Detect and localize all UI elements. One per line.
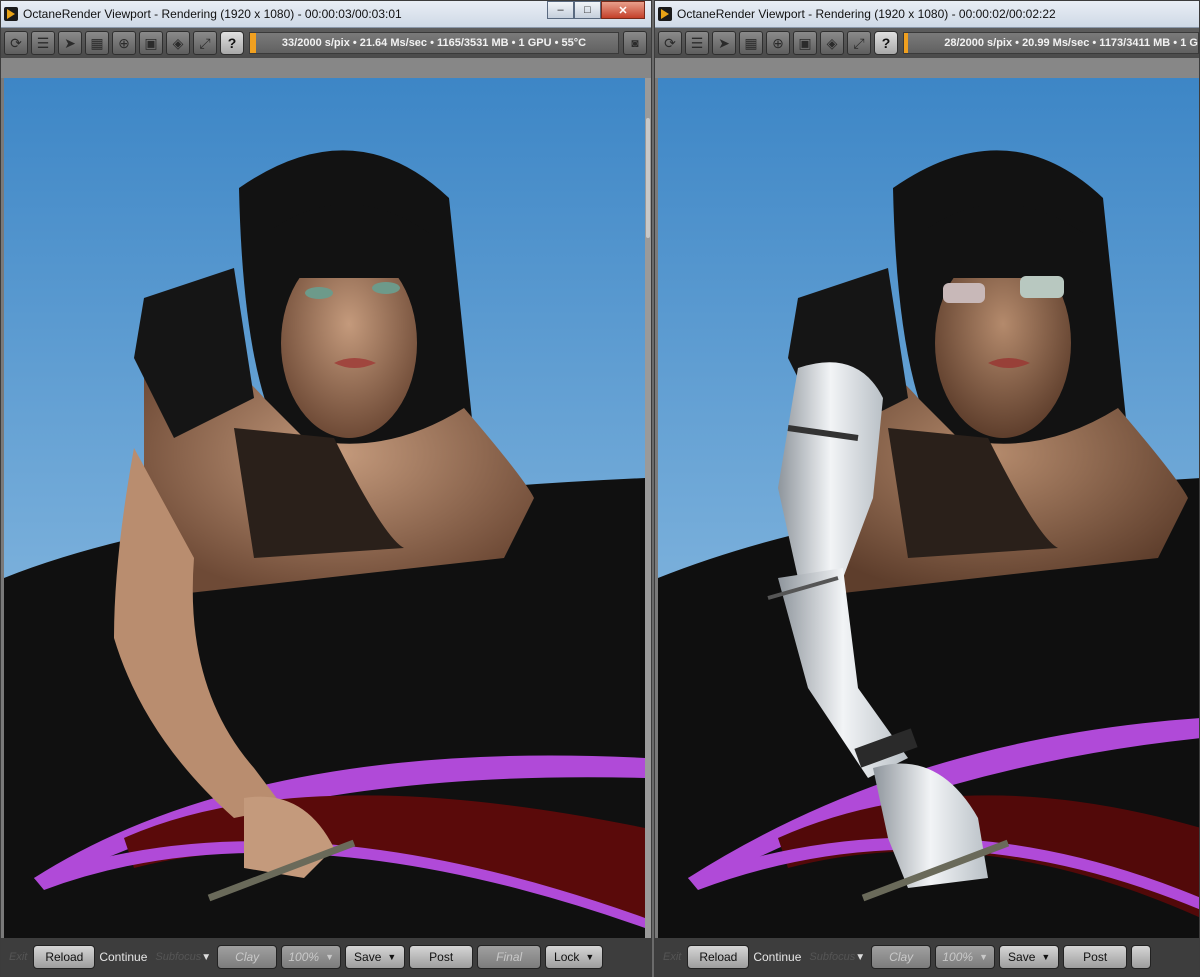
lock-label: Lock: [554, 950, 580, 964]
viewport-bottom-bar: Exit Reload Continue Subfocus ▼ Clay 100…: [655, 938, 1199, 976]
save-label: Save: [354, 950, 382, 964]
window-controls: – □ ✕: [547, 1, 645, 19]
reload-button[interactable]: Reload: [687, 945, 750, 969]
minimize-button[interactable]: –: [547, 1, 574, 19]
viewport-toolbar: ⟳ ☰ ➤ ▦ ⊕ ▣ ◈ ⤢ ? 33/2000 s/pix • 21.64 …: [1, 28, 651, 58]
viewport-toolbar: ⟳ ☰ ➤ ▦ ⊕ ▣ ◈ ⤢ ? 28/2000 s/pix • 20.99 …: [655, 28, 1199, 58]
viewport-window-right: OctaneRender Viewport - Rendering (1920 …: [654, 0, 1200, 977]
pick-icon[interactable]: ◈: [166, 31, 190, 55]
region-icon[interactable]: ▦: [739, 31, 763, 55]
zoom-value: 100%: [942, 950, 974, 964]
exit-ghost-label: Exit: [663, 951, 682, 963]
chevron-down-icon: ▼: [387, 952, 397, 962]
final-button[interactable]: Final: [477, 945, 542, 969]
render-viewport[interactable]: [658, 78, 1199, 940]
octane-logo-icon: [658, 7, 672, 21]
clay-button[interactable]: Clay: [871, 945, 932, 969]
camera-icon[interactable]: ◙: [623, 31, 647, 55]
maximize-button[interactable]: □: [574, 1, 601, 19]
chevron-down-icon: ▼: [585, 952, 595, 962]
region-icon[interactable]: ▦: [85, 31, 109, 55]
window-title: OctaneRender Viewport - Rendering (1920 …: [23, 7, 402, 21]
subfocus-ghost-label: Subfocus: [809, 951, 856, 963]
focus-icon[interactable]: ⊕: [112, 31, 136, 55]
clay-label: Clay: [889, 950, 914, 964]
layers-icon[interactable]: ☰: [685, 31, 709, 55]
navigate-icon[interactable]: ➤: [58, 31, 82, 55]
render-viewport[interactable]: [4, 78, 645, 940]
viewport-header-band: [1, 58, 651, 78]
zoom-select[interactable]: 100% ▼: [935, 945, 996, 969]
render-image: [658, 78, 1199, 940]
render-progress-fill: [250, 33, 257, 53]
exit-ghost-label: Exit: [9, 951, 28, 963]
help-icon[interactable]: ?: [874, 31, 898, 55]
zoom-value: 100%: [288, 950, 320, 964]
grid-icon[interactable]: ▣: [793, 31, 817, 55]
viewport-bottom-bar: Exit Reload Continue Subfocus ▼ Clay 100…: [1, 938, 651, 976]
save-button[interactable]: Save ▼: [999, 945, 1060, 969]
chevron-down-icon: ▼: [979, 952, 988, 962]
continue-button[interactable]: Continue: [753, 950, 801, 964]
grid-icon[interactable]: ▣: [139, 31, 163, 55]
clay-label: Clay: [235, 950, 260, 964]
render-image: [4, 78, 645, 940]
continue-button[interactable]: Continue: [99, 950, 147, 964]
refresh-icon[interactable]: ⟳: [658, 31, 682, 55]
focus-icon[interactable]: ⊕: [766, 31, 790, 55]
post-button[interactable]: Post: [1063, 945, 1128, 969]
reload-button[interactable]: Reload: [33, 945, 96, 969]
render-status-bar: 28/2000 s/pix • 20.99 Ms/sec • 1173/3411…: [903, 32, 1199, 54]
lock-button[interactable]: Lock ▼: [545, 945, 604, 969]
chevron-down-icon: ▼: [325, 952, 334, 962]
zoom-select[interactable]: 100% ▼: [281, 945, 342, 969]
render-stats: 28/2000 s/pix • 20.99 Ms/sec • 1173/3411…: [944, 37, 1198, 49]
render-stats: 33/2000 s/pix • 21.64 Ms/sec • 1165/3531…: [281, 37, 587, 49]
navigate-icon[interactable]: ➤: [712, 31, 736, 55]
save-button[interactable]: Save ▼: [345, 945, 406, 969]
close-button[interactable]: ✕: [601, 1, 645, 19]
scroll-thumb[interactable]: [646, 118, 650, 238]
lock-view-icon[interactable]: ⤢: [193, 31, 217, 55]
title-bar[interactable]: OctaneRender Viewport - Rendering (1920 …: [1, 1, 651, 28]
vertical-scrollbar[interactable]: [645, 78, 651, 940]
viewport-header-band: [655, 58, 1199, 78]
viewport-window-left: OctaneRender Viewport - Rendering (1920 …: [0, 0, 652, 977]
final-button-partial[interactable]: [1131, 945, 1152, 969]
layers-icon[interactable]: ☰: [31, 31, 55, 55]
subfocus-ghost-label: Subfocus: [155, 951, 202, 963]
clay-button[interactable]: Clay: [217, 945, 278, 969]
continue-dropdown-chevron-icon[interactable]: ▼: [201, 952, 211, 963]
chevron-down-icon: ▼: [1041, 952, 1051, 962]
window-title: OctaneRender Viewport - Rendering (1920 …: [677, 7, 1056, 21]
render-status-bar: 33/2000 s/pix • 21.64 Ms/sec • 1165/3531…: [249, 32, 619, 54]
lock-view-icon[interactable]: ⤢: [847, 31, 871, 55]
octane-logo-icon: [4, 7, 18, 21]
help-icon[interactable]: ?: [220, 31, 244, 55]
save-label: Save: [1008, 950, 1036, 964]
title-bar[interactable]: OctaneRender Viewport - Rendering (1920 …: [655, 1, 1199, 28]
refresh-icon[interactable]: ⟳: [4, 31, 28, 55]
pick-icon[interactable]: ◈: [820, 31, 844, 55]
continue-dropdown-chevron-icon[interactable]: ▼: [855, 952, 865, 963]
post-button[interactable]: Post: [409, 945, 474, 969]
